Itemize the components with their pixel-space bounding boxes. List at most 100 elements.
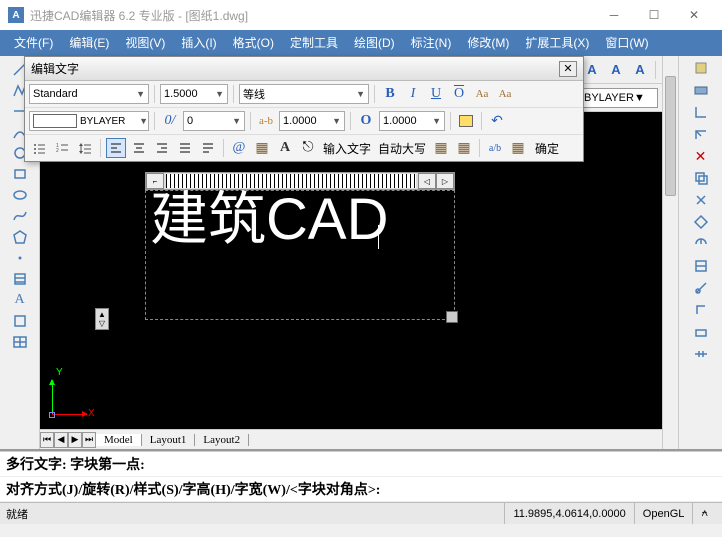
tab-prev-button[interactable]: ◀ (54, 432, 68, 448)
font-a-button[interactable]: A (275, 138, 295, 158)
spline-tool-icon[interactable] (11, 207, 29, 225)
tab-layout1[interactable]: Layout1 (142, 434, 196, 446)
maximize-button[interactable]: ☐ (634, 0, 674, 30)
ruler-toggle-button[interactable]: ▦ (431, 138, 451, 158)
italic-button[interactable]: I (403, 84, 423, 104)
rtool-11-icon[interactable] (690, 278, 712, 298)
point-tool-icon[interactable] (11, 249, 29, 267)
menu-draw[interactable]: 绘图(D) (346, 32, 403, 54)
dialog-titlebar[interactable]: 编辑文字 ✕ (25, 57, 583, 81)
undo-button[interactable]: ↶ (487, 111, 507, 131)
align-dist-button[interactable] (198, 138, 218, 158)
ruler-left-arrow-icon[interactable]: ◁ (418, 173, 436, 189)
ok-button[interactable]: 确定 (531, 140, 563, 157)
rtool-6-icon[interactable] (690, 168, 712, 188)
tracking-combo[interactable]: 1.0000▼ (279, 111, 345, 131)
menu-view[interactable]: 视图(V) (117, 32, 173, 54)
command-input[interactable]: 对齐方式(J)/旋转(R)/样式(S)/字高(H)/字宽(W)/<字块对角点>: (0, 477, 722, 502)
oblique-combo[interactable]: 0▼ (183, 111, 245, 131)
rtool-12-icon[interactable] (690, 300, 712, 320)
tab-first-button[interactable]: ⏮ (40, 432, 54, 448)
color-value: BYLAYER (80, 116, 125, 127)
hatch-tool-icon[interactable] (11, 270, 29, 288)
textsize-combo[interactable]: 1.5000▼ (160, 84, 228, 104)
menu-exttools[interactable]: 扩展工具(X) (517, 32, 597, 54)
case-dn-button[interactable]: Aa (495, 84, 515, 104)
titlebar: A 迅捷CAD编辑器 6.2 专业版 - [图纸1.dwg] ─ ☐ ✕ (0, 0, 722, 30)
tab-model[interactable]: Model (96, 434, 142, 446)
menu-dimension[interactable]: 标注(N) (403, 32, 460, 54)
tab-next-button[interactable]: ▶ (68, 432, 82, 448)
rtool-3-icon[interactable] (690, 102, 712, 122)
menu-file[interactable]: 文件(F) (6, 32, 61, 54)
stack-button[interactable]: a/b (485, 138, 505, 158)
align-right-button[interactable] (152, 138, 172, 158)
rtool-4-icon[interactable] (690, 124, 712, 144)
mask-button[interactable] (456, 111, 476, 131)
align-justify-button[interactable] (175, 138, 195, 158)
tab-layout2[interactable]: Layout2 (195, 434, 249, 446)
status-compass-icon[interactable]: ⍲ (692, 503, 716, 524)
rtool-delete-icon[interactable]: ✕ (690, 146, 712, 166)
menu-edit[interactable]: 编辑(E) (61, 32, 117, 54)
polygon-tool-icon[interactable] (11, 228, 29, 246)
scrollbar-thumb[interactable] (665, 76, 676, 196)
rtool-10-icon[interactable] (690, 256, 712, 276)
bold-button[interactable]: B (380, 84, 400, 104)
dialog-close-button[interactable]: ✕ (559, 61, 577, 77)
symbol-button[interactable]: @ (229, 138, 249, 158)
text-content[interactable]: 建筑CAD (146, 183, 392, 256)
rtool-14-icon[interactable] (690, 344, 712, 364)
ellipse-tool-icon[interactable] (11, 186, 29, 204)
separator (655, 61, 656, 79)
width-button[interactable]: O (356, 111, 376, 131)
mtext-editor[interactable]: ⌐ ◁ ▷ 建筑CAD ▲ ▽ (145, 172, 455, 320)
menu-format[interactable]: 格式(O) (225, 32, 282, 54)
field-button[interactable]: ▦ (252, 138, 272, 158)
text-cursor-icon (378, 225, 379, 249)
align-center-button[interactable] (129, 138, 149, 158)
menu-window[interactable]: 窗口(W) (597, 32, 656, 54)
menu-modify[interactable]: 修改(M) (459, 32, 517, 54)
table-tool-icon[interactable] (11, 333, 29, 351)
fontname-combo[interactable]: 等线▼ (239, 84, 369, 104)
numbering-button[interactable]: 12 (52, 138, 72, 158)
calc-button[interactable]: ▦ (508, 138, 528, 158)
rtool-9-icon[interactable] (690, 234, 712, 254)
menu-insert[interactable]: 插入(I) (173, 32, 224, 54)
tracking-button[interactable]: a-b (256, 111, 276, 131)
vertical-scrollbar[interactable] (662, 56, 678, 449)
color-combo[interactable]: BYLAYER ▼ (29, 111, 149, 131)
width-combo[interactable]: 1.0000▼ (379, 111, 445, 131)
ruler-right-arrow-icon[interactable]: ▷ (436, 173, 454, 189)
rtool-1-icon[interactable] (690, 58, 712, 78)
dropdown-icon: ▼ (329, 116, 341, 126)
textstyle-a1-icon[interactable]: A (581, 59, 603, 81)
textstyle-a2-icon[interactable]: A (605, 59, 627, 81)
bullets-button[interactable] (29, 138, 49, 158)
linespace-button[interactable] (75, 138, 95, 158)
oblique-button[interactable]: 0/ (160, 111, 180, 131)
options-button[interactable]: ▦ (454, 138, 474, 158)
rtool-8-icon[interactable] (690, 212, 712, 232)
align-left-button[interactable] (106, 138, 126, 158)
vertical-handle[interactable]: ▲ ▽ (95, 308, 109, 330)
rtool-7-icon[interactable] (690, 190, 712, 210)
menu-customtools[interactable]: 定制工具 (282, 32, 346, 54)
rtool-2-icon[interactable] (690, 80, 712, 100)
minimize-button[interactable]: ─ (594, 0, 634, 30)
lock-button[interactable]: ⎋ (298, 138, 318, 158)
underline-button[interactable]: U (426, 84, 446, 104)
overline-button[interactable]: O (449, 84, 469, 104)
rect-tool-icon[interactable] (11, 165, 29, 183)
close-button[interactable]: ✕ (674, 0, 714, 30)
textstyle-combo[interactable]: Standard▼ (29, 84, 149, 104)
text-input-box[interactable]: 建筑CAD (145, 190, 455, 320)
text-tool-icon[interactable]: A (11, 291, 29, 309)
rtool-13-icon[interactable] (690, 322, 712, 342)
region-tool-icon[interactable] (11, 312, 29, 330)
textstyle-a3-icon[interactable]: A (629, 59, 651, 81)
case-up-button[interactable]: Aa (472, 84, 492, 104)
tab-last-button[interactable]: ⏭ (82, 432, 96, 448)
resize-handle-icon[interactable] (446, 311, 458, 323)
